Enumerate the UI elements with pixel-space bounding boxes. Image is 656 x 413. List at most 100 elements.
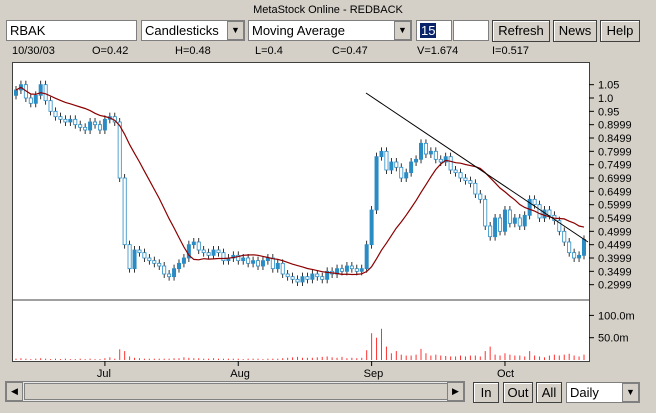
candle-body: [241, 257, 246, 262]
candle-body: [369, 209, 374, 246]
candle-body: [88, 121, 93, 131]
candle-body: [305, 276, 310, 280]
month-tick-label: Sep: [364, 368, 384, 380]
candle-body: [216, 249, 221, 254]
price-tick-label: 0.8499: [598, 133, 632, 145]
volume-tick-label: 100.0m: [598, 310, 635, 322]
candle-body: [127, 244, 132, 270]
candle-body: [384, 150, 389, 171]
price-tick-label: 0.3499: [598, 266, 632, 278]
candle-body: [414, 158, 419, 163]
candle-body: [290, 276, 295, 280]
price-tick-label: 0.4499: [598, 240, 632, 252]
zoom-in-button[interactable]: In: [473, 382, 499, 403]
candle-body: [48, 100, 53, 112]
candle-body: [389, 161, 394, 171]
candle-body: [512, 217, 517, 224]
scroll-left-icon[interactable]: ◀: [6, 382, 23, 401]
candle-body: [270, 257, 275, 270]
candle-body: [206, 252, 211, 256]
price-tick-label: 0.2999: [598, 280, 632, 292]
candle-body: [152, 260, 157, 264]
candle-body: [102, 118, 107, 131]
price-tick-label: 0.95: [598, 106, 619, 118]
candle-body: [522, 214, 527, 227]
candle-body: [275, 262, 280, 270]
scroll-thumb[interactable]: [24, 383, 454, 400]
timeframe-dropdown-icon[interactable]: ▼: [622, 383, 639, 402]
price-tick-label: 1.0: [598, 93, 613, 105]
candle-body: [399, 166, 404, 179]
candle-body: [117, 121, 122, 179]
candle-body: [572, 252, 577, 259]
candle-body: [33, 94, 38, 104]
candle-body: [488, 225, 493, 238]
price-tick-label: 0.8999: [598, 120, 632, 132]
candle-body: [260, 260, 265, 267]
candle-body: [137, 249, 142, 254]
candle-body: [582, 238, 587, 256]
candle-body: [483, 198, 488, 227]
candle-body: [374, 156, 379, 211]
candle-body: [344, 265, 349, 272]
candle-body: [438, 158, 443, 163]
price-chart: 1.051.00.95 0.89990.84990.7999 0.74990.699…: [13, 80, 635, 380]
candle-body: [409, 161, 414, 174]
candle-body: [256, 260, 261, 267]
candle-body: [191, 241, 196, 246]
zoom-out-button[interactable]: Out: [503, 382, 533, 403]
candle-body: [246, 257, 251, 264]
candle-body: [132, 249, 137, 270]
zoom-all-button[interactable]: All: [536, 382, 562, 403]
price-tick-label: 0.3999: [598, 253, 632, 265]
scroll-right-icon[interactable]: ▶: [447, 382, 464, 401]
candle-body: [453, 169, 458, 174]
candle-body: [157, 262, 162, 267]
price-tick-label: 0.5999: [598, 200, 632, 212]
candle-body: [537, 204, 542, 219]
candle-body: [428, 150, 433, 155]
candle-body: [359, 268, 364, 272]
candle-body: [394, 161, 399, 168]
candle-body: [320, 276, 325, 280]
candle-body: [285, 273, 290, 278]
candle-body: [498, 217, 503, 232]
candle-body: [493, 217, 498, 238]
candle-body: [507, 209, 512, 224]
candle-body: [83, 126, 88, 131]
moving-average-line: [15, 86, 585, 276]
candle-body: [300, 276, 305, 283]
candle-body: [13, 89, 18, 96]
candle-body: [211, 249, 216, 256]
candle-body: [354, 268, 359, 272]
candle-body: [310, 273, 315, 280]
candle-body: [364, 244, 369, 270]
candle-body: [433, 150, 438, 160]
candle-body: [315, 273, 320, 278]
candle-body: [478, 193, 483, 200]
candle-body: [73, 118, 78, 126]
candle-body: [201, 249, 206, 254]
candle-body: [562, 230, 567, 243]
price-tick-label: 0.7499: [598, 160, 632, 172]
candle-body: [419, 142, 424, 160]
candle-body: [43, 84, 48, 102]
candle-body: [532, 198, 537, 206]
price-tick-label: 0.4999: [598, 226, 632, 238]
candle-body: [28, 97, 33, 104]
candle-body: [517, 217, 522, 227]
candle-body: [53, 110, 58, 118]
candle-body: [58, 116, 63, 120]
candle-body: [221, 252, 226, 262]
candle-body: [122, 177, 127, 246]
price-tick-label: 0.5499: [598, 213, 632, 225]
candle-body: [463, 177, 468, 182]
candle-body: [567, 241, 572, 254]
candle-body: [577, 254, 582, 259]
candle-body: [196, 241, 201, 251]
candle-body: [142, 252, 147, 259]
candle-body: [339, 268, 344, 272]
month-tick-label: Oct: [497, 368, 514, 380]
candle-body: [78, 124, 83, 128]
volume-tick-label: 50.0m: [598, 333, 629, 345]
